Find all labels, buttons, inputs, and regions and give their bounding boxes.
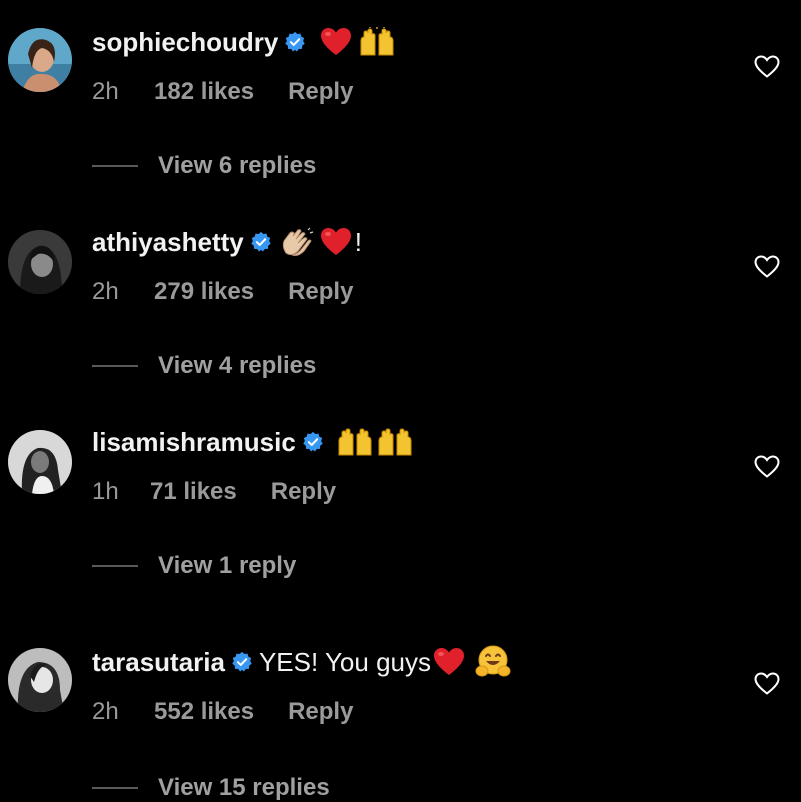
- view-replies-button[interactable]: View 15 replies: [92, 774, 330, 802]
- like-heart-icon[interactable]: [754, 672, 780, 696]
- reply-button[interactable]: Reply: [288, 698, 353, 726]
- red-heart-emoji-icon: [321, 28, 352, 55]
- avatar[interactable]: [8, 648, 72, 712]
- username[interactable]: lisamishramusic: [92, 427, 296, 458]
- comment-text: YES! You guys: [258, 646, 431, 677]
- view-replies-button[interactable]: View 6 replies: [92, 152, 316, 180]
- verified-badge-icon: [251, 231, 271, 252]
- comment-item: athiyashetty ! 2h 279 likes Reply View 4…: [0, 200, 801, 400]
- username[interactable]: athiyashetty: [92, 227, 244, 258]
- comment-item: sophiechoudry 2h 182 likes Reply View 6 …: [0, 0, 801, 200]
- reply-button[interactable]: Reply: [288, 278, 353, 306]
- replies-divider: [92, 787, 138, 789]
- replies-divider: [92, 165, 138, 167]
- red-heart-emoji-icon: [434, 648, 464, 675]
- avatar[interactable]: [8, 430, 72, 494]
- like-heart-icon[interactable]: [754, 455, 780, 479]
- raising-hands-emoji-icon: [360, 27, 394, 56]
- view-replies-label: View 4 replies: [158, 352, 317, 379]
- clapping-hands-emoji-icon: [282, 227, 313, 256]
- replies-divider: [92, 565, 138, 567]
- hugging-face-emoji-icon: [475, 645, 511, 677]
- comment-item: tarasutaria YES! You guys 2h 552 likes R…: [0, 620, 801, 801]
- comment-time: 1h: [92, 478, 119, 505]
- comment-time: 2h: [92, 278, 119, 305]
- view-replies-label: View 1 reply: [158, 552, 297, 579]
- avatar[interactable]: [8, 230, 72, 294]
- likes-count[interactable]: 552 likes: [154, 698, 254, 726]
- like-heart-icon[interactable]: [754, 255, 780, 279]
- comment-time: 2h: [92, 78, 119, 105]
- verified-badge-icon: [232, 651, 252, 672]
- red-heart-emoji-icon: [320, 228, 351, 255]
- comment-time: 2h: [92, 698, 119, 725]
- raising-hands-emoji-icon: [378, 428, 412, 456]
- verified-badge-icon: [285, 31, 306, 52]
- comment-text: !: [354, 226, 362, 257]
- view-replies-label: View 15 replies: [158, 774, 330, 801]
- verified-badge-icon: [303, 431, 323, 452]
- likes-count[interactable]: 71 likes: [150, 478, 237, 506]
- reply-button[interactable]: Reply: [288, 78, 353, 106]
- view-replies-label: View 6 replies: [158, 152, 317, 179]
- view-replies-button[interactable]: View 4 replies: [92, 352, 316, 380]
- view-replies-button[interactable]: View 1 reply: [92, 552, 296, 580]
- username[interactable]: tarasutaria: [92, 647, 225, 678]
- avatar[interactable]: [8, 28, 72, 92]
- raising-hands-emoji-icon: [338, 428, 372, 456]
- reply-button[interactable]: Reply: [271, 478, 336, 506]
- replies-divider: [92, 365, 138, 367]
- likes-count[interactable]: 279 likes: [154, 278, 254, 306]
- like-heart-icon[interactable]: [754, 55, 780, 79]
- likes-count[interactable]: 182 likes: [154, 78, 254, 106]
- username[interactable]: sophiechoudry: [92, 27, 278, 58]
- comment-item: lisamishramusic 1h 71 likes Reply View 1…: [0, 400, 801, 600]
